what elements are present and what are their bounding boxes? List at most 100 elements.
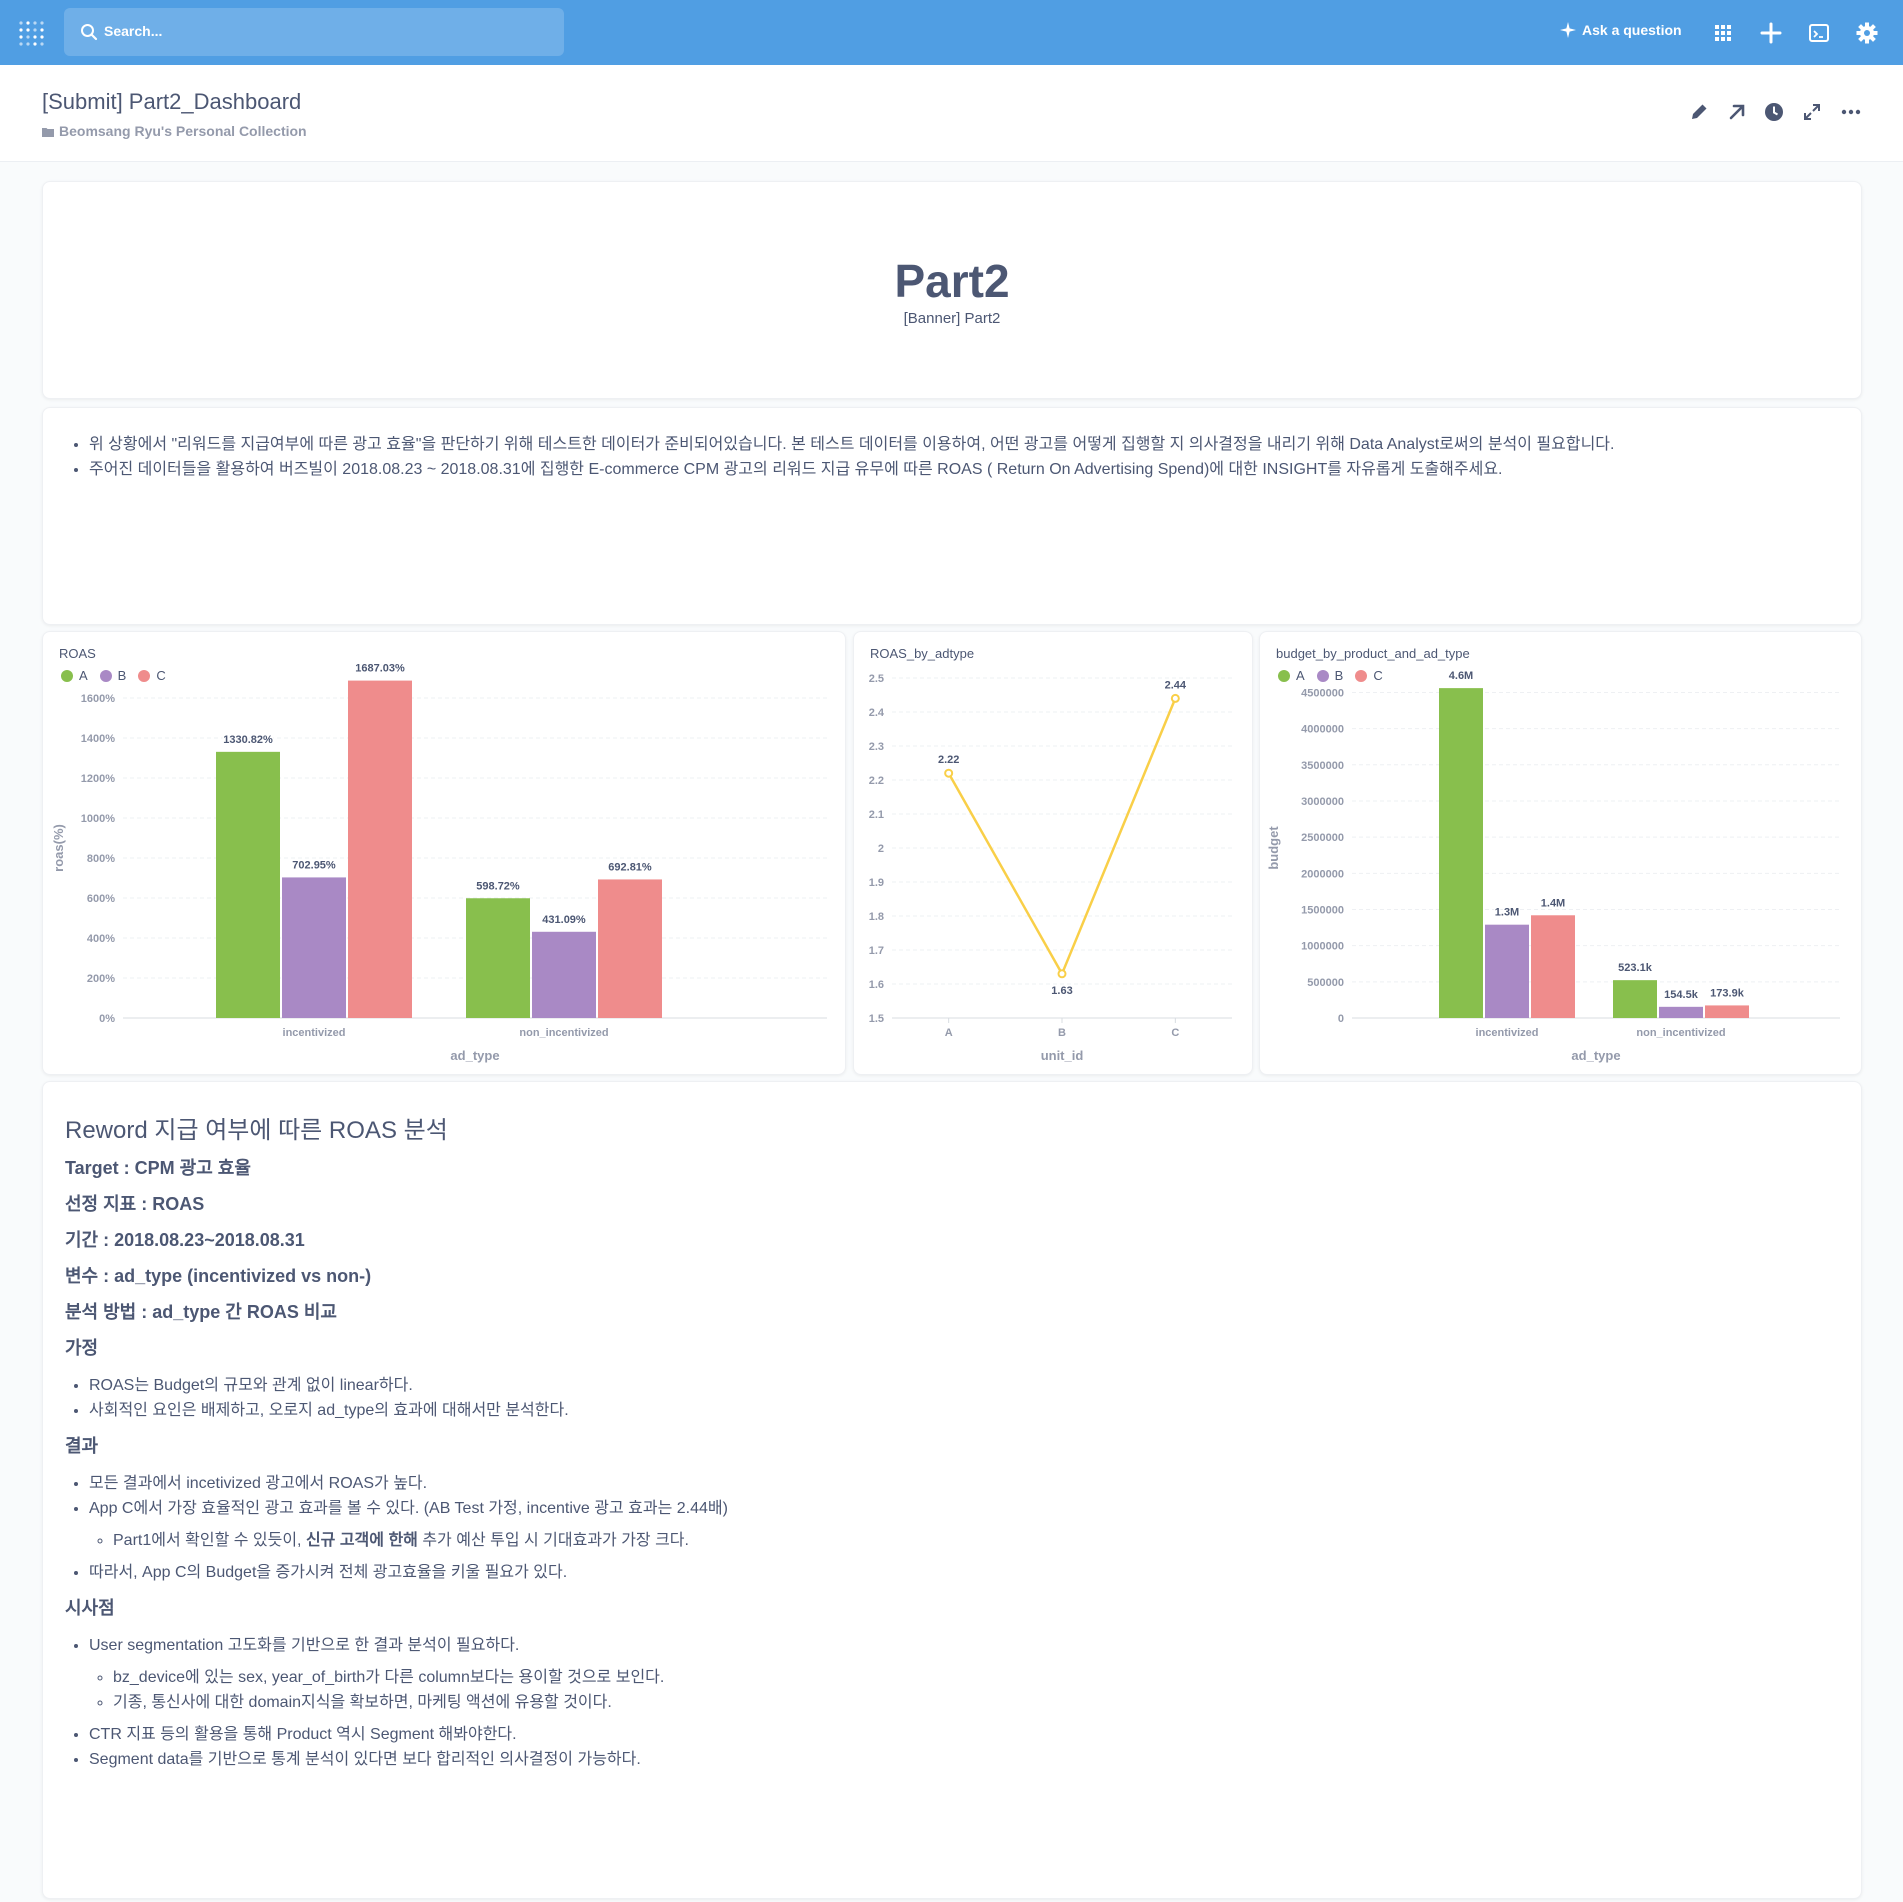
list-item-text: User segmentation 고도화를 기반으로 한 결과 분석이 필요하… bbox=[89, 1637, 520, 1654]
search-input[interactable]: Search... bbox=[64, 8, 564, 56]
gear-icon[interactable] bbox=[1856, 22, 1878, 44]
list-item: 따라서, App C의 Budget을 증가시켜 전체 광고효율을 키울 필요가… bbox=[89, 1560, 1839, 1585]
y-axis-title: roas(%) bbox=[51, 824, 66, 872]
y-tick-label: 2.2 bbox=[869, 775, 884, 787]
history-clock-icon[interactable] bbox=[1763, 101, 1785, 123]
bar bbox=[1659, 1006, 1703, 1018]
x-tick-label: C bbox=[1171, 1027, 1179, 1039]
data-label: 702.95% bbox=[292, 859, 336, 871]
intro-bullet: 위 상황에서 "리워드를 지급여부에 따른 광고 효율"을 판단하기 위해 테스… bbox=[89, 432, 1861, 457]
report-target: Target : CPM 광고 효율 bbox=[65, 1158, 251, 1178]
list-item: 모든 결과에서 incetivized 광고에서 ROAS가 높다. bbox=[89, 1471, 1839, 1496]
report-variable: 변수 : ad_type (incentivized vs non-) bbox=[65, 1266, 372, 1286]
bar bbox=[348, 680, 412, 1018]
metabase-logo-icon[interactable] bbox=[18, 20, 46, 46]
bar bbox=[1439, 688, 1483, 1018]
list-item-text: Part1에서 확인할 수 있듯이, bbox=[113, 1532, 306, 1549]
data-label: 1.3M bbox=[1495, 907, 1519, 919]
banner-title: Part2 bbox=[894, 255, 1010, 307]
fullscreen-icon[interactable] bbox=[1801, 101, 1823, 123]
search-placeholder: Search... bbox=[104, 23, 163, 39]
y-tick-label: 1600% bbox=[81, 693, 115, 705]
sparkle-icon bbox=[1560, 22, 1576, 38]
y-tick-label: 4000000 bbox=[1301, 724, 1344, 736]
search-icon bbox=[81, 24, 98, 41]
intro-text-card: 위 상황에서 "리워드를 지급여부에 따른 광고 효율"을 판단하기 위해 테스… bbox=[42, 407, 1862, 625]
ask-question-button[interactable]: Ask a question bbox=[1560, 22, 1682, 38]
y-tick-label: 2.1 bbox=[869, 809, 884, 821]
collection-name: Beomsang Ryu's Personal Collection bbox=[59, 123, 307, 139]
y-tick-label: 3500000 bbox=[1301, 760, 1344, 772]
share-arrow-icon[interactable] bbox=[1726, 101, 1748, 123]
data-label: 598.72% bbox=[476, 880, 520, 892]
dashboard-title[interactable]: [Submit] Part2_Dashboard bbox=[42, 89, 301, 115]
emphasis-text: 신규 고객에 한해 bbox=[305, 1532, 418, 1549]
data-label: 1.4M bbox=[1541, 897, 1565, 909]
data-point bbox=[1170, 693, 1180, 703]
x-tick-label: non_incentivized bbox=[1636, 1027, 1725, 1039]
y-tick-label: 1.5 bbox=[869, 1013, 884, 1025]
ask-question-label: Ask a question bbox=[1582, 22, 1682, 38]
bar bbox=[466, 898, 530, 1018]
implication-list: User segmentation 고도화를 기반으로 한 결과 분석이 필요하… bbox=[89, 1633, 1839, 1772]
bar bbox=[1485, 924, 1529, 1018]
y-tick-label: 2000000 bbox=[1301, 868, 1344, 880]
more-options-icon[interactable] bbox=[1840, 101, 1862, 123]
data-label: 1330.82% bbox=[223, 734, 273, 746]
data-label: 1.63 bbox=[1051, 985, 1072, 997]
budget-bar-chart: 0 500000 1000000 1500000 2000000 2500000 30000… bbox=[1266, 669, 1840, 1063]
data-label: 692.81% bbox=[608, 861, 652, 873]
y-tick-label: 1200% bbox=[81, 773, 115, 785]
folder-icon bbox=[42, 128, 54, 137]
list-item-text: App C에서 가장 효율적인 광고 효과를 볼 수 있다. (AB Test … bbox=[89, 1500, 728, 1517]
bar bbox=[1705, 1005, 1749, 1018]
top-nav: Search... Ask a question bbox=[0, 0, 1903, 65]
pencil-icon[interactable] bbox=[1688, 101, 1710, 123]
budget-chart-card[interactable]: budget_by_product_and_ad_type A B C 0 500… bbox=[1259, 631, 1862, 1075]
list-item: App C에서 가장 효율적인 광고 효과를 볼 수 있다. (AB Test … bbox=[89, 1496, 1839, 1553]
data-label: 523.1k bbox=[1618, 962, 1653, 974]
plus-icon[interactable] bbox=[1760, 22, 1782, 44]
x-tick-label: incentivized bbox=[283, 1027, 346, 1039]
grid-icon[interactable] bbox=[1712, 22, 1734, 44]
y-tick-label: 500000 bbox=[1307, 977, 1344, 989]
roas-chart-card[interactable]: ROAS A B C 0% 200% 400% 600% 800% 1000% 1200% 1… bbox=[42, 631, 846, 1075]
x-tick-label: A bbox=[945, 1027, 953, 1039]
hypothesis-list: ROAS는 Budget의 규모와 관계 없이 linear하다. 사회적인 요… bbox=[89, 1373, 1839, 1423]
bar bbox=[532, 931, 596, 1018]
series-line bbox=[947, 697, 1177, 977]
y-tick-label: 2.4 bbox=[869, 707, 885, 719]
y-tick-label: 0 bbox=[1338, 1013, 1344, 1025]
x-axis-title: ad_type bbox=[450, 1048, 499, 1063]
list-item: 사회적인 요인은 배제하고, 오로지 ad_type의 효과에 대해서만 분석한… bbox=[89, 1398, 1839, 1423]
bar bbox=[598, 879, 662, 1018]
sql-editor-icon[interactable] bbox=[1808, 22, 1830, 44]
y-tick-label: 400% bbox=[87, 933, 115, 945]
x-tick-label: non_incentivized bbox=[519, 1027, 608, 1039]
y-tick-label: 200% bbox=[87, 973, 115, 985]
y-tick-label: 1.8 bbox=[869, 911, 884, 923]
collection-breadcrumb[interactable]: Beomsang Ryu's Personal Collection bbox=[42, 123, 307, 139]
bar bbox=[282, 877, 346, 1018]
y-tick-label: 2 bbox=[878, 843, 884, 855]
y-tick-label: 1.7 bbox=[869, 945, 884, 957]
y-tick-label: 3000000 bbox=[1301, 796, 1344, 808]
list-item: User segmentation 고도화를 기반으로 한 결과 분석이 필요하… bbox=[89, 1633, 1839, 1715]
x-tick-label: incentivized bbox=[1476, 1027, 1539, 1039]
report-metric: 선정 지표 : ROAS bbox=[65, 1194, 205, 1214]
data-label: 1687.03% bbox=[355, 663, 405, 675]
intro-bullet: 주어진 데이터들을 활용하여 버즈빌이 2018.08.23 ~ 2018.08… bbox=[89, 457, 1861, 482]
report-period: 기간 : 2018.08.23~2018.08.31 bbox=[65, 1230, 305, 1250]
y-tick-label: 1.9 bbox=[869, 877, 884, 889]
banner-card: Part2 [Banner] Part2 bbox=[42, 181, 1862, 399]
data-label: 154.5k bbox=[1664, 989, 1699, 1001]
data-label: 173.9k bbox=[1710, 987, 1745, 999]
roas-by-adtype-chart-card[interactable]: ROAS_by_adtype 1.5 1.6 1.7 1.8 1.9 2 2.1 2.2 2.3… bbox=[853, 631, 1253, 1075]
intro-bullet-list: 위 상황에서 "리워드를 지급여부에 따른 광고 효율"을 판단하기 위해 테스… bbox=[89, 432, 1861, 482]
data-label: 2.44 bbox=[1165, 679, 1187, 691]
data-label: 431.09% bbox=[542, 914, 586, 926]
list-item: Segment data를 기반으로 통계 분석이 있다면 보다 합리적인 의사… bbox=[89, 1747, 1839, 1772]
roas-by-adtype-line-chart: 1.5 1.6 1.7 1.8 1.9 2 2.1 2.2 2.3 2.4 2.5 A B C 2.22 1.… bbox=[869, 673, 1232, 1063]
result-title: 결과 bbox=[65, 1436, 99, 1456]
y-tick-label: 2.5 bbox=[869, 673, 884, 685]
